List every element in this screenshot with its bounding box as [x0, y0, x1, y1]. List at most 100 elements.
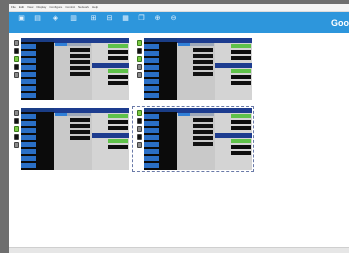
channel-button[interactable] [144, 72, 159, 77]
device-icons-column [134, 38, 144, 100]
channel-button[interactable] [144, 128, 159, 133]
mode-segment[interactable] [79, 113, 91, 116]
mode-segment[interactable] [178, 113, 190, 116]
channel-button[interactable] [144, 93, 159, 98]
field-value[interactable] [193, 60, 213, 64]
channel-button[interactable] [21, 86, 36, 91]
menu-configure[interactable]: Configure [49, 6, 62, 9]
workspace-canvas[interactable] [9, 33, 349, 253]
channel-button[interactable] [144, 163, 159, 168]
channel-button[interactable] [21, 72, 36, 77]
channel-button[interactable] [144, 135, 159, 140]
field-value[interactable] [70, 124, 90, 128]
channel-button[interactable] [144, 44, 159, 49]
field-value[interactable] [193, 54, 213, 58]
field-value[interactable] [193, 142, 213, 146]
field-value[interactable] [70, 54, 90, 58]
channel-button[interactable] [21, 65, 36, 70]
field-value[interactable] [193, 124, 213, 128]
channel-button[interactable] [21, 128, 36, 133]
mode-segment[interactable] [67, 113, 79, 116]
channel-button[interactable] [21, 44, 36, 49]
brand-logo: Goo [331, 18, 349, 28]
device-group-2[interactable] [134, 38, 252, 100]
channel-button[interactable] [144, 51, 159, 56]
channel-button[interactable] [21, 79, 36, 84]
field-value[interactable] [193, 72, 213, 76]
field-value[interactable] [193, 48, 213, 52]
menu-help[interactable]: Help [92, 6, 98, 9]
mode-segment[interactable] [55, 43, 67, 46]
field-value[interactable] [193, 130, 213, 134]
field-value[interactable] [193, 136, 213, 140]
field-value[interactable] [70, 72, 90, 76]
menu-view[interactable]: View [27, 6, 33, 9]
channel-button[interactable] [21, 149, 36, 154]
channel-button[interactable] [144, 121, 159, 126]
mode-segment[interactable] [202, 43, 214, 46]
channel-button[interactable] [21, 135, 36, 140]
field-row [178, 142, 214, 146]
copy-tool-button[interactable]: ❐ [135, 15, 148, 30]
zoom-out-tool-button[interactable]: ⊖ [167, 15, 180, 30]
device-group-4[interactable] [132, 106, 254, 172]
field-value[interactable] [70, 118, 90, 122]
field-value[interactable] [70, 60, 90, 64]
mode-segment[interactable] [178, 43, 190, 46]
status-value [108, 56, 128, 60]
channel-button[interactable] [144, 114, 159, 119]
layout-icon: ⊟ [106, 15, 113, 22]
channel-button[interactable] [21, 114, 36, 119]
menu-edit[interactable]: Edit [19, 6, 24, 9]
field-label [55, 136, 69, 140]
device-group-3[interactable] [11, 108, 129, 170]
menu-file[interactable]: File [11, 6, 16, 9]
channel-button[interactable] [21, 163, 36, 168]
channel-button[interactable] [21, 156, 36, 161]
field-value[interactable] [193, 118, 213, 122]
channel-button[interactable] [21, 51, 36, 56]
channel-button[interactable] [21, 58, 36, 63]
channel-button[interactable] [144, 86, 159, 91]
channel-button[interactable] [144, 58, 159, 63]
arrange-tool-button[interactable]: ▦ [119, 15, 132, 30]
field-value[interactable] [193, 66, 213, 70]
connect-tool-button[interactable]: ◈ [49, 15, 62, 30]
field-value[interactable] [70, 48, 90, 52]
channel-button[interactable] [21, 142, 36, 147]
mode-segment[interactable] [202, 113, 214, 116]
field-row [55, 54, 91, 58]
channel-button[interactable] [144, 65, 159, 70]
group-tool-button[interactable]: ⊞ [87, 15, 100, 30]
device-icon: ▥ [70, 15, 77, 22]
mode-segment[interactable] [79, 43, 91, 46]
device-tool-button[interactable]: ▥ [67, 15, 80, 30]
field-row [55, 60, 91, 64]
channel-button[interactable] [21, 93, 36, 98]
status-panel-header [92, 108, 129, 113]
open-tool-button[interactable]: ▣ [15, 15, 28, 30]
mode-segment[interactable] [190, 43, 202, 46]
device-group-1[interactable] [11, 38, 129, 100]
field-row [55, 48, 91, 52]
field-value[interactable] [70, 66, 90, 70]
mode-segment[interactable] [55, 113, 67, 116]
device-icon [136, 56, 142, 62]
mode-segment[interactable] [67, 43, 79, 46]
menu-display[interactable]: Display [36, 6, 46, 9]
channel-button[interactable] [144, 149, 159, 154]
channel-button[interactable] [21, 121, 36, 126]
channel-button[interactable] [144, 142, 159, 147]
channel-button[interactable] [144, 156, 159, 161]
status-row [216, 145, 251, 149]
layout-tool-button[interactable]: ⊟ [103, 15, 116, 30]
menu-control[interactable]: Control [65, 6, 75, 9]
field-value[interactable] [70, 130, 90, 134]
field-row [178, 136, 214, 140]
save-tool-button[interactable]: ▤ [31, 15, 44, 30]
mode-segment[interactable] [190, 113, 202, 116]
menu-network[interactable]: Network [78, 6, 89, 9]
zoom-in-tool-button[interactable]: ⊕ [151, 15, 164, 30]
field-value[interactable] [70, 136, 90, 140]
channel-button[interactable] [144, 79, 159, 84]
